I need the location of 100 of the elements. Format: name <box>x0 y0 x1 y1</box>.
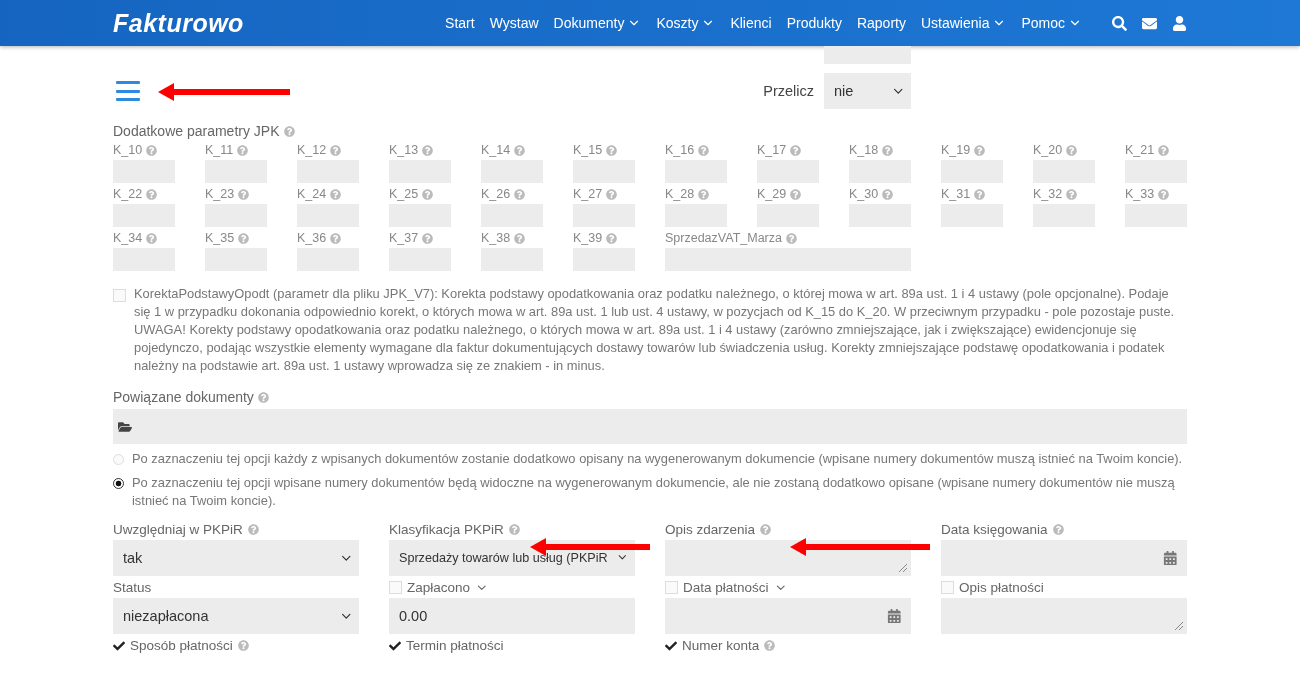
date-field[interactable] <box>665 598 911 634</box>
field-label: K_19 <box>941 143 971 157</box>
envelope-icon[interactable] <box>1142 15 1157 31</box>
field-label: K_27 <box>573 187 603 201</box>
help-icon[interactable] <box>146 232 158 244</box>
nav-link[interactable]: Ustawienia <box>920 15 1007 31</box>
search-icon[interactable] <box>1112 15 1127 31</box>
textarea-field[interactable] <box>665 540 911 576</box>
help-icon[interactable] <box>257 391 269 403</box>
select-field[interactable]: nie <box>824 73 911 109</box>
field-label: K_26 <box>481 187 511 201</box>
help-icon[interactable] <box>514 232 526 244</box>
help-icon[interactable] <box>760 524 772 535</box>
checkbox[interactable] <box>941 581 954 594</box>
help-icon[interactable] <box>974 188 986 200</box>
date-field[interactable] <box>941 540 1187 576</box>
user-icon[interactable] <box>1172 15 1187 31</box>
help-icon[interactable] <box>422 188 434 200</box>
option-text: Po zaznaczeniu tej opcji wpisane numery dokumentów będą widoczne na wygenerowanym dokumencie, ale nie zostaną dodatkowo opisane (wpisane numery dokumentów nie muszą istnieć na Twoim koncie). <box>132 474 1176 510</box>
help-icon[interactable] <box>146 188 158 200</box>
help-icon[interactable] <box>790 188 802 200</box>
help-icon[interactable] <box>237 640 249 651</box>
checkbox[interactable] <box>389 581 402 594</box>
help-icon[interactable] <box>237 144 249 156</box>
help-icon[interactable] <box>790 144 802 156</box>
field-label: Zapłacono <box>407 580 471 595</box>
radio-button[interactable] <box>113 478 124 489</box>
field-label: Klasyfikacja PKPiR <box>389 522 504 537</box>
select-field[interactable]: tak <box>113 540 359 576</box>
checkmark-icon[interactable] <box>665 639 677 652</box>
select-field[interactable]: niezapłacona <box>113 598 359 634</box>
select-field[interactable]: Sprzedaży towarów lub usług (PKPiR <box>389 540 635 576</box>
textarea-field[interactable] <box>941 598 1187 634</box>
help-icon[interactable] <box>974 144 986 156</box>
help-icon[interactable] <box>330 144 342 156</box>
checkbox[interactable] <box>665 581 678 594</box>
help-icon[interactable] <box>283 125 295 137</box>
help-icon[interactable] <box>785 232 797 244</box>
help-icon[interactable] <box>238 232 250 244</box>
input-field[interactable]: 0.00 <box>389 598 635 634</box>
field-label: K_36 <box>297 231 327 245</box>
help-icon[interactable] <box>698 188 710 200</box>
help-icon[interactable] <box>606 188 618 200</box>
nav-link[interactable]: Produkty <box>786 15 842 31</box>
field-label: Data księgowania <box>941 522 1048 537</box>
field-label: K_21 <box>1125 143 1155 157</box>
field-label: K_11 <box>205 143 234 157</box>
help-icon[interactable] <box>764 640 776 651</box>
help-icon[interactable] <box>247 524 259 535</box>
checkmark-icon[interactable] <box>389 639 401 652</box>
field-label: K_16 <box>665 143 695 157</box>
help-icon[interactable] <box>606 144 618 156</box>
documents-field[interactable] <box>113 409 1187 444</box>
logo[interactable]: Fakturowo <box>113 8 244 38</box>
nav-link[interactable]: Start <box>445 15 475 31</box>
field-label: Uwzględniaj w PKPiR <box>113 522 243 537</box>
nav-link[interactable]: Klienci <box>730 15 772 31</box>
help-icon[interactable] <box>514 188 526 200</box>
help-icon[interactable] <box>882 144 894 156</box>
nav-link[interactable]: Koszty <box>656 15 716 31</box>
field-label: K_28 <box>665 187 695 201</box>
checkmark-icon[interactable] <box>113 639 125 652</box>
field-label: K_32 <box>1033 187 1063 201</box>
field-label: K_33 <box>1125 187 1155 201</box>
nav-link[interactable]: Dokumenty <box>553 15 642 31</box>
field-label: SprzedazVAT_Marza <box>665 231 782 245</box>
field-label: Opis zdarzenia <box>665 522 756 537</box>
help-icon[interactable] <box>422 144 434 156</box>
option-text: Po zaznaczeniu tej opcji każdy z wpisanych dokumentów zostanie dodatkowo opisany na wygenerowanym dokumencie (wpisane numery dokumentów muszą istnieć na Twoim koncie). <box>132 450 1183 468</box>
help-icon[interactable] <box>1066 188 1078 200</box>
field-label: K_12 <box>297 143 327 157</box>
help-icon[interactable] <box>422 232 434 244</box>
help-icon[interactable] <box>882 188 894 200</box>
nav-link[interactable]: Wystaw <box>489 15 539 31</box>
help-icon[interactable] <box>330 232 342 244</box>
help-icon[interactable] <box>1158 188 1170 200</box>
help-icon[interactable] <box>1066 144 1078 156</box>
help-icon[interactable] <box>606 232 618 244</box>
field-label: K_24 <box>297 187 327 201</box>
help-icon[interactable] <box>146 144 158 156</box>
help-icon[interactable] <box>1052 524 1064 535</box>
help-icon[interactable] <box>698 144 710 156</box>
description-text: KorektaPodstawyOpodt (parametr dla pliku JPK_V7): Korekta podstawy opodatkowania oraz podatku należnego, o której mowa w art. 89a ust. 1 i 4 ustawy (pole opcjonalne). Podaje się 1 w przypadku dokonania odpowiednio korekt, o których mowa w art. 89a ust. 1 lub ust. 4 ustawy, w pozycjach od K_15 do K_20. W przeciwnym przypadku - pole pozostaje puste. UWAGA! Korekty podstawy opodatkowania oraz podatku należnego, o których mowa w art. 89a ust. 1 i 4 ustawy (zarówno zmniejszające, jak i zwiększające) ewidencjonuje się pojedynczo, podając wszystkie elementy wymagane dla faktur dokumentujących dostawy towarów lub świadczenia usług. Korekty zmniejszające podstawę opodatkowania i podatek należny na podstawie art. 89a ust. 1 ustawy wprowadza się ze znakiem - in minus. <box>134 285 1176 375</box>
field-label: K_38 <box>481 231 511 245</box>
help-icon[interactable] <box>330 188 342 200</box>
help-icon[interactable] <box>1158 144 1170 156</box>
nav-link[interactable]: Pomoc <box>1021 15 1082 31</box>
help-icon[interactable] <box>514 144 526 156</box>
field-label: K_17 <box>757 143 787 157</box>
field-label: K_35 <box>205 231 235 245</box>
help-icon[interactable] <box>238 188 250 200</box>
field-label: K_31 <box>941 187 971 201</box>
select-field[interactable] <box>824 46 911 64</box>
nav-link[interactable]: Raporty <box>856 15 906 31</box>
checkbox[interactable] <box>113 289 126 302</box>
help-icon[interactable] <box>508 524 520 535</box>
menu-icon[interactable] <box>116 81 140 101</box>
field-label: K_15 <box>573 143 603 157</box>
folder-icon[interactable] <box>118 419 132 434</box>
field-label: K_23 <box>205 187 235 201</box>
